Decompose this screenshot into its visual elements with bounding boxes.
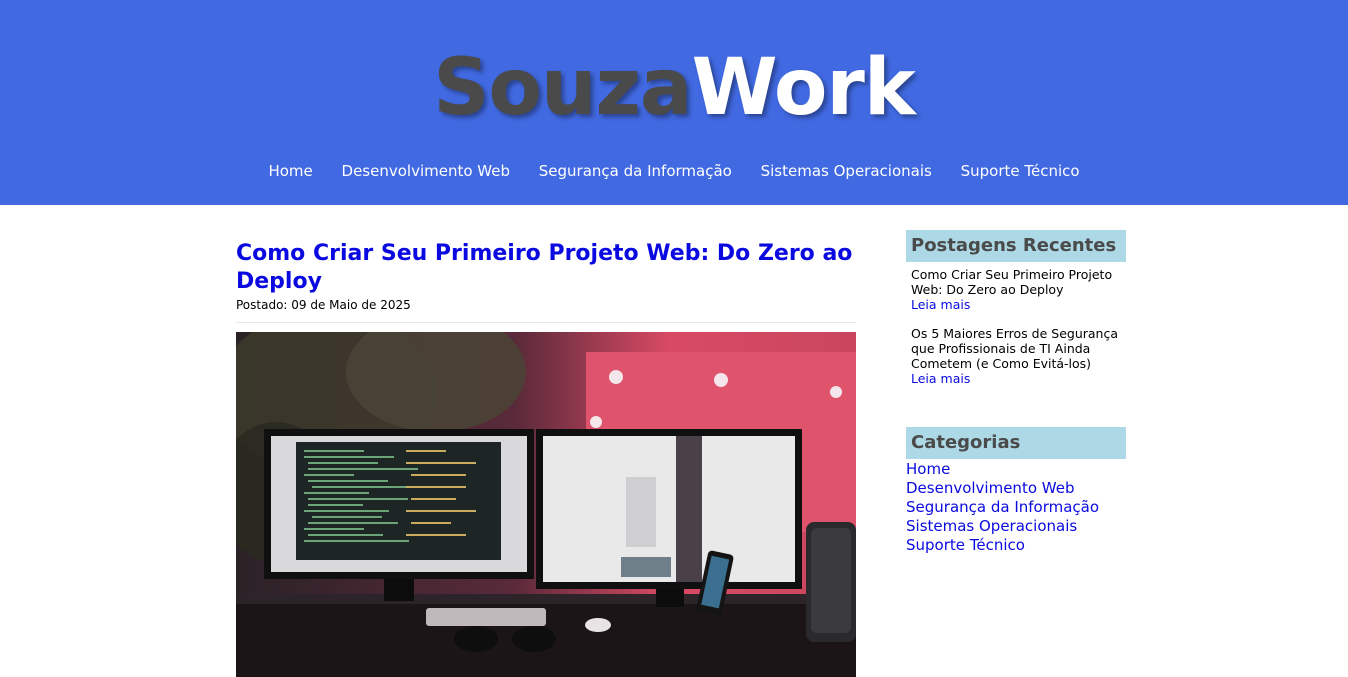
post-date: Postado: 09 de Maio de 2025 (236, 297, 856, 323)
category-seguranca-informacao[interactable]: Segurança da Informação (906, 498, 1126, 517)
read-more-link[interactable]: Leia mais (911, 297, 1121, 312)
nav-home[interactable]: Home (268, 160, 312, 182)
category-sistemas-operacionais[interactable]: Sistemas Operacionais (906, 517, 1126, 536)
category-home[interactable]: Home (906, 460, 1126, 479)
main-content: Como Criar Seu Primeiro Projeto Web: Do … (236, 240, 856, 677)
logo-part-work: Work (691, 43, 916, 133)
nav-seguranca-informacao[interactable]: Segurança da Informação (539, 160, 732, 182)
recent-post-item: Os 5 Maiores Erros de Segurança que Prof… (911, 326, 1121, 386)
categories-widget: Categorias Home Desenvolvimento Web Segu… (906, 427, 1126, 555)
main-nav: Home Desenvolvimento Web Segurança da In… (0, 160, 1348, 182)
logo-part-souza: Souza (433, 43, 692, 133)
recent-posts-title: Postagens Recentes (906, 230, 1126, 262)
site-logo[interactable]: SouzaWork (0, 38, 1348, 138)
categories-title: Categorias (906, 427, 1126, 459)
nav-sistemas-operacionais[interactable]: Sistemas Operacionais (761, 160, 932, 182)
workstation-photo (236, 332, 856, 677)
recent-posts-list: Como Criar Seu Primeiro Projeto Web: Do … (906, 262, 1126, 386)
recent-post-title: Como Criar Seu Primeiro Projeto Web: Do … (911, 267, 1113, 297)
sidebar: Postagens Recentes Como Criar Seu Primei… (906, 230, 1126, 554)
nav-desenvolvimento-web[interactable]: Desenvolvimento Web (342, 160, 510, 182)
category-suporte-tecnico[interactable]: Suporte Técnico (906, 536, 1126, 555)
site-header: SouzaWork Home Desenvolvimento Web Segur… (0, 0, 1348, 205)
recent-post-title: Os 5 Maiores Erros de Segurança que Prof… (911, 326, 1119, 371)
read-more-link[interactable]: Leia mais (911, 371, 1121, 386)
post-title[interactable]: Como Criar Seu Primeiro Projeto Web: Do … (236, 240, 856, 296)
categories-list: Home Desenvolvimento Web Segurança da In… (906, 460, 1126, 555)
nav-suporte-tecnico[interactable]: Suporte Técnico (961, 160, 1080, 182)
recent-posts-widget: Postagens Recentes Como Criar Seu Primei… (906, 230, 1126, 386)
post-featured-image (236, 332, 856, 677)
recent-post-item: Como Criar Seu Primeiro Projeto Web: Do … (911, 267, 1121, 312)
category-desenvolvimento-web[interactable]: Desenvolvimento Web (906, 479, 1126, 498)
